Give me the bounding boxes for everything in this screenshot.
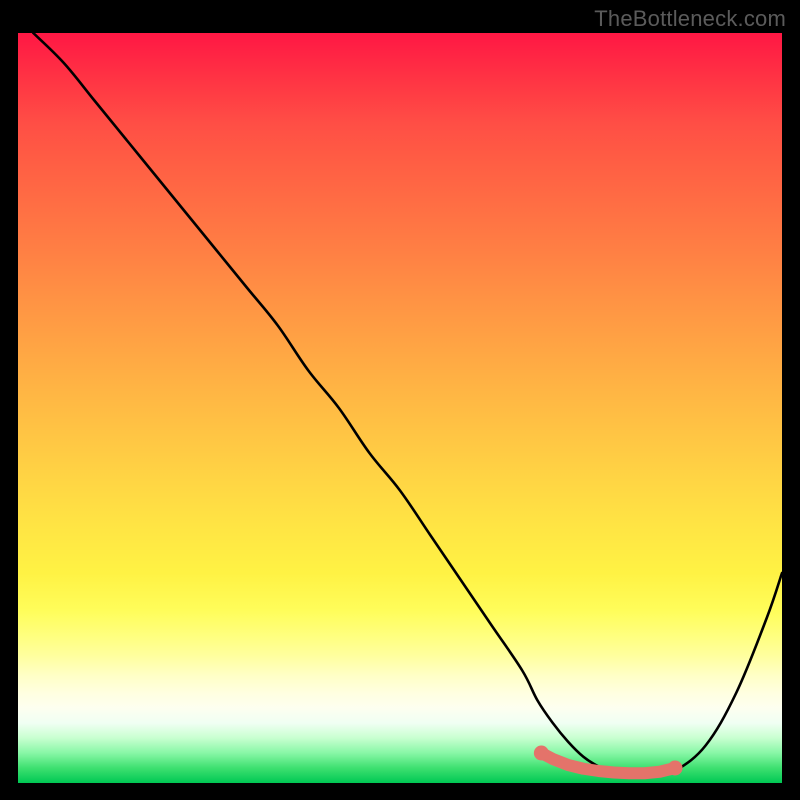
optimal-end-dot bbox=[534, 746, 549, 761]
chart-svg bbox=[18, 33, 782, 783]
optimal-region-highlight bbox=[541, 753, 675, 773]
chart-frame bbox=[18, 33, 782, 783]
watermark-label: TheBottleneck.com bbox=[594, 6, 786, 32]
optimal-end-dot bbox=[668, 761, 683, 776]
bottleneck-curve bbox=[33, 33, 782, 776]
